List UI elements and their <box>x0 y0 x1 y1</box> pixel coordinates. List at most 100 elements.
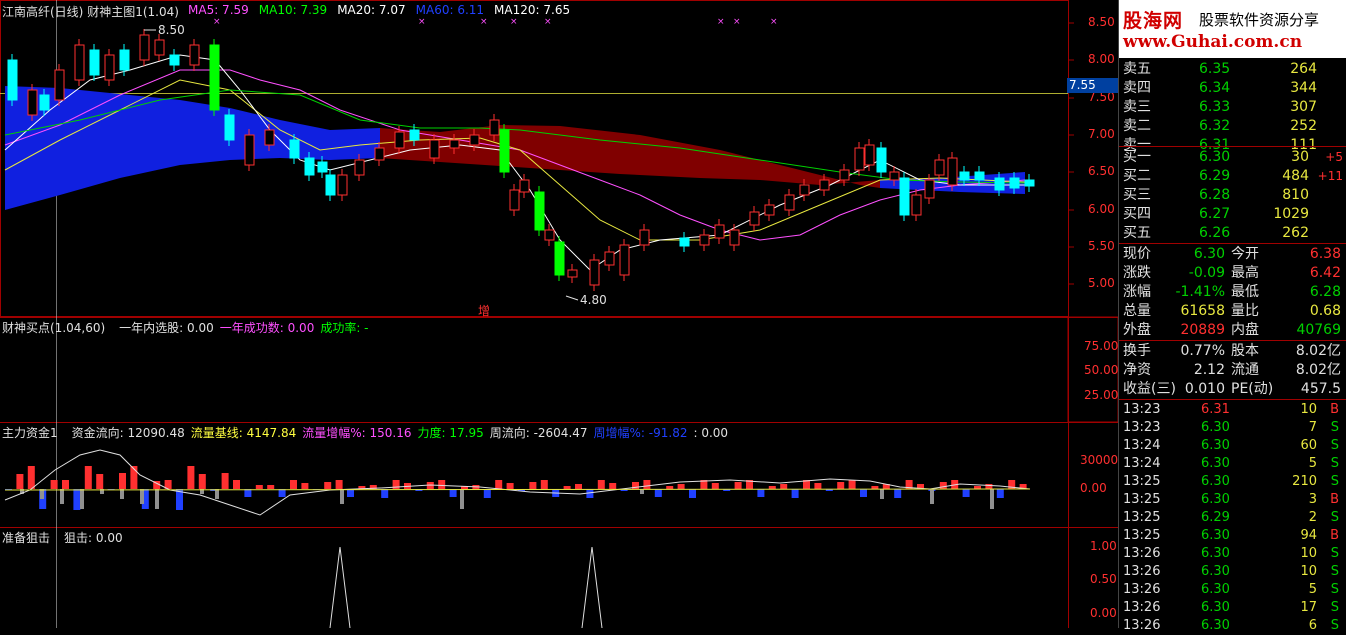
flow-bar <box>221 473 229 489</box>
tick-row: 13:23 6.30 7 S <box>1119 419 1346 437</box>
signal-marker: × <box>717 17 725 27</box>
logo-url: www.Guhai.com.cn <box>1123 32 1303 52</box>
logo-banner: 股海网 股票软件资源分享 www.Guhai.com.cn <box>1119 0 1346 58</box>
candle-body <box>947 157 958 186</box>
candle-body <box>994 177 1005 191</box>
candle-body <box>839 169 850 181</box>
tick-volume: 5 <box>1308 582 1317 597</box>
tick-price: 6.30 <box>1201 528 1230 543</box>
ma-legend: MA5: 7.59 MA10: 7.39 MA20: 7.07 MA60: 6.11 M… <box>188 3 580 17</box>
candle-body <box>729 229 740 246</box>
tick-side: B <box>1330 402 1339 417</box>
sell-row: 卖五 6.35 264 <box>1119 60 1346 79</box>
panel2-header: 主力资金1 资金流向: 12090.48 流量基线: 4147.84 流量增幅%: 1… <box>2 424 734 441</box>
tick-row: 13:25 6.30 94 B <box>1119 527 1346 545</box>
candle-body <box>189 44 200 66</box>
panel3-axis-label: 0.00 <box>1090 606 1117 620</box>
flow-bar <box>529 482 537 489</box>
candle-body <box>619 244 630 276</box>
quote-value: 20889 <box>1180 322 1225 338</box>
tick-price: 6.30 <box>1201 420 1230 435</box>
panel1-header: 财神买点(1.04,60) 一年内选股: 0.00 一年成功数: 0.00 成功率: … <box>2 319 375 336</box>
candle-body <box>119 49 130 71</box>
tick-volume: 2 <box>1308 510 1317 525</box>
quote-value: 6.28 <box>1309 284 1341 300</box>
flow-bar <box>575 484 582 489</box>
ma-legend-item: MA20: 7.07 <box>337 3 406 17</box>
flow-bar <box>198 474 206 489</box>
flow-bar <box>996 489 1004 498</box>
buy-volume: 30 <box>1291 149 1309 165</box>
flow-bar <box>563 486 571 489</box>
tick-volume: 3 <box>1308 492 1317 507</box>
quote-value: 61658 <box>1180 303 1225 319</box>
flow-bar <box>449 489 457 497</box>
candle-body <box>74 44 85 81</box>
sell-row: 卖三 6.33 307 <box>1119 98 1346 117</box>
tick-price: 6.31 <box>1201 402 1230 417</box>
candle-body <box>209 44 220 111</box>
candle-body <box>509 189 520 211</box>
candle-body <box>749 211 760 226</box>
candle-body <box>169 54 180 66</box>
signal-marker: × <box>733 17 741 27</box>
flow-bar <box>666 486 674 489</box>
tick-time: 13:26 <box>1123 618 1161 633</box>
tick-time: 13:25 <box>1123 510 1161 525</box>
snipe-spike <box>581 546 603 628</box>
stats-value: 0.010 <box>1184 381 1225 397</box>
flow-bar <box>438 480 446 489</box>
chart-canvas[interactable]: 8.50 4.80 × × × × × × × × <box>0 0 1118 628</box>
candle-body <box>449 139 460 149</box>
flow-bar <box>597 480 605 489</box>
flow-bar <box>540 480 548 489</box>
candle-body <box>489 119 500 136</box>
panel1-item: 成功率: - <box>320 321 369 335</box>
tick-volume: 5 <box>1308 456 1317 471</box>
candle-body <box>337 174 348 196</box>
buy-label: 买一 <box>1123 149 1151 165</box>
flow-bar <box>84 466 92 489</box>
sell-price: 6.32 <box>1199 118 1231 134</box>
candle-body <box>854 147 865 171</box>
panel3-header: 准备狙击 狙击: 0.00 <box>2 529 129 546</box>
price-axis-label: 5.00 <box>1088 276 1115 290</box>
stats-value: 0.77% <box>1180 343 1225 359</box>
marker-label: 增 <box>478 304 491 318</box>
flow-bar <box>290 480 297 489</box>
quote-value: 40769 <box>1296 322 1341 338</box>
tick-row: 13:25 6.30 3 B <box>1119 491 1346 509</box>
flow-bar <box>643 480 651 489</box>
panel2-axis-label: 0.00 <box>1080 481 1107 495</box>
tick-price: 6.29 <box>1201 510 1230 525</box>
quote-label: 今开 <box>1231 246 1259 262</box>
flow-gray-bar <box>155 489 159 509</box>
flow-bar <box>654 489 662 497</box>
candle-body <box>469 134 480 146</box>
buy-row: 买三 6.28 810 <box>1119 186 1346 205</box>
candle-body <box>89 49 100 76</box>
panel2-item: 流量增幅%: 150.16 <box>302 426 412 440</box>
panel1-item: 一年成功数: 0.00 <box>219 321 315 335</box>
candle-body <box>409 129 420 141</box>
sell-volume: 252 <box>1290 118 1317 134</box>
quote-label: 内盘 <box>1231 322 1259 338</box>
tick-volume: 10 <box>1300 546 1317 561</box>
snipe-spike <box>329 546 351 628</box>
panel2-item: 力度: 17.95 <box>417 426 484 440</box>
high-price-label: 8.50 <box>158 23 185 37</box>
quote-label: 最低 <box>1231 284 1259 300</box>
buy-change: +11 <box>1317 169 1343 183</box>
candle-body <box>354 159 365 176</box>
candle-body <box>567 269 578 278</box>
tick-volume: 17 <box>1300 600 1317 615</box>
candle-body <box>534 191 545 231</box>
sell-row: 卖二 6.32 252 <box>1119 117 1346 136</box>
quote-row: 涨幅 -1.41% 最低 6.28 <box>1119 283 1346 302</box>
tick-side: B <box>1330 492 1339 507</box>
stats-label: 净资 <box>1123 362 1151 378</box>
tick-volume: 6 <box>1308 618 1317 633</box>
candle-body <box>679 237 690 247</box>
tick-time: 13:25 <box>1123 528 1161 543</box>
candle-body <box>304 157 315 176</box>
